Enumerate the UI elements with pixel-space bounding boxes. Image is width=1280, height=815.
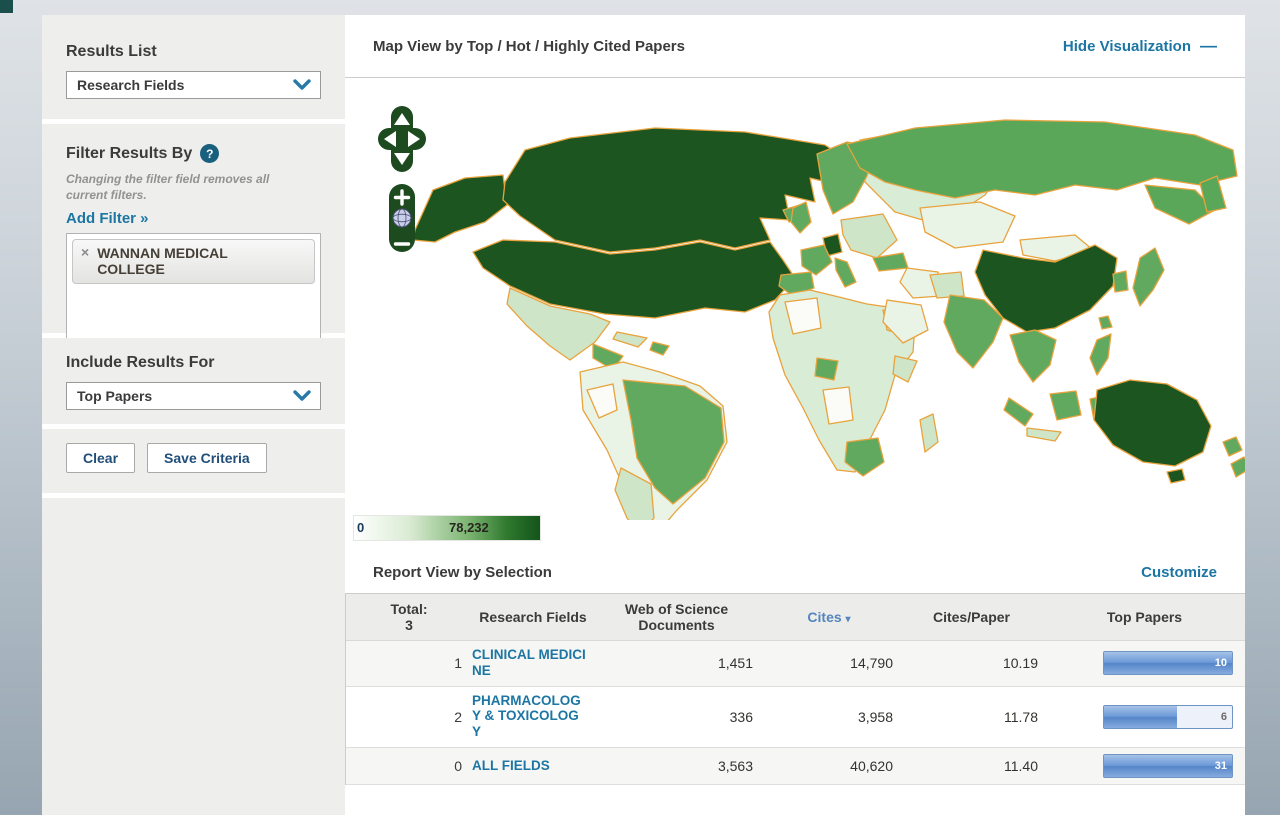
docs-cell: 3,563 <box>594 758 759 774</box>
rank-cell: 0 <box>346 758 472 774</box>
bar-fill <box>1104 706 1177 728</box>
save-criteria-button[interactable]: Save Criteria <box>147 443 267 473</box>
remove-filter-icon[interactable]: × <box>81 245 89 260</box>
total-label: Total: <box>346 601 472 617</box>
cites-label: Cites <box>807 609 841 625</box>
report-view-header: Report View by Selection Customize <box>345 552 1245 594</box>
world-map[interactable]: 0 78,232 <box>345 78 1245 552</box>
top-papers-bar: 10 <box>1103 651 1233 675</box>
column-header-wos-documents[interactable]: Web of Science Documents <box>594 601 759 633</box>
help-icon[interactable]: ? <box>200 144 219 163</box>
column-header-cites-sorted[interactable]: Cites ▾ <box>759 609 899 626</box>
rank-cell: 2 <box>346 709 472 725</box>
add-filter-link[interactable]: Add Filter » <box>66 210 149 227</box>
bar-value-label: 6 <box>1221 711 1227 723</box>
cites-per-paper-cell: 10.19 <box>899 655 1044 671</box>
legend-max-value: 78,232 <box>449 520 489 535</box>
top-papers-bar-cell: 31 <box>1044 754 1245 778</box>
cites-per-paper-cell: 11.78 <box>899 709 1044 725</box>
map-view-header: Map View by Top / Hot / Highly Cited Pap… <box>345 15 1245 78</box>
map-color-legend: 0 78,232 <box>353 515 541 541</box>
bar-value-label: 31 <box>1215 760 1227 772</box>
results-list-dropdown[interactable]: Research Fields <box>66 71 321 99</box>
cites-cell: 14,790 <box>759 655 899 671</box>
cites-cell: 3,958 <box>759 709 899 725</box>
docs-cell: 1,451 <box>594 655 759 671</box>
include-results-dropdown-value: Top Papers <box>77 388 293 404</box>
filter-title: Filter Results By <box>66 145 192 163</box>
collapse-dash-icon: — <box>1200 36 1217 56</box>
clear-button[interactable]: Clear <box>66 443 135 473</box>
hide-visualization-link[interactable]: Hide Visualization — <box>1063 36 1217 56</box>
legend-min-value: 0 <box>357 520 364 535</box>
results-list-title: Results List <box>66 43 321 61</box>
docs-cell: 336 <box>594 709 759 725</box>
table-row: 0 ALL FIELDS 3,563 40,620 11.40 31 <box>346 748 1245 785</box>
filter-note: Changing the filter field removes all cu… <box>66 172 296 203</box>
report-table: Total: 3 Research Fields Web of Science … <box>345 594 1245 785</box>
sidebar-filler <box>42 498 345 815</box>
cites-cell: 40,620 <box>759 758 899 774</box>
include-results-section: Include Results For Top Papers <box>42 338 345 424</box>
column-header-research-fields[interactable]: Research Fields <box>472 609 594 625</box>
table-row: 2 PHARMACOLOGY & TOXICOLOGY 336 3,958 11… <box>346 687 1245 748</box>
content-card: Results List Research Fields Filter Resu… <box>42 15 1245 815</box>
bar-fill <box>1104 652 1232 674</box>
choropleth-map-svg <box>355 90 1245 520</box>
cites-per-paper-cell: 11.40 <box>899 758 1044 774</box>
total-value: 3 <box>346 617 472 633</box>
filter-tag-label: WANNAN MEDICAL COLLEGE <box>97 245 272 277</box>
rank-cell: 1 <box>346 655 472 671</box>
results-list-section: Results List Research Fields <box>42 15 345 119</box>
chevron-down-icon <box>293 389 311 403</box>
sidebar: Results List Research Fields Filter Resu… <box>42 15 345 815</box>
column-header-top-papers[interactable]: Top Papers <box>1044 609 1245 625</box>
top-papers-bar-cell: 10 <box>1044 651 1245 675</box>
active-filters-box: × WANNAN MEDICAL COLLEGE <box>66 233 321 345</box>
total-header: Total: 3 <box>346 601 472 633</box>
zoom-control <box>389 184 415 252</box>
top-papers-bar-cell: 6 <box>1044 705 1245 729</box>
field-link[interactable]: ALL FIELDS <box>472 758 550 774</box>
include-results-dropdown[interactable]: Top Papers <box>66 382 321 410</box>
hide-visualization-label: Hide Visualization <box>1063 38 1191 55</box>
field-link[interactable]: CLINICAL MEDICINE <box>472 647 586 678</box>
table-header-row: Total: 3 Research Fields Web of Science … <box>346 594 1245 641</box>
window-corner-accent <box>0 0 13 13</box>
results-list-dropdown-value: Research Fields <box>77 77 293 93</box>
report-view-title: Report View by Selection <box>373 564 552 581</box>
bar-value-label: 10 <box>1215 657 1227 669</box>
customize-link[interactable]: Customize <box>1141 564 1217 581</box>
column-header-cites-per-paper[interactable]: Cites/Paper <box>899 609 1044 625</box>
main-panel: Map View by Top / Hot / Highly Cited Pap… <box>345 15 1245 815</box>
top-papers-bar: 6 <box>1103 705 1233 729</box>
filter-section: Filter Results By ? Changing the filter … <box>42 124 345 333</box>
filter-tag[interactable]: × WANNAN MEDICAL COLLEGE <box>72 239 315 284</box>
map-view-title: Map View by Top / Hot / Highly Cited Pap… <box>373 38 685 55</box>
actions-section: Clear Save Criteria <box>42 429 345 493</box>
field-link[interactable]: PHARMACOLOGY & TOXICOLOGY <box>472 693 586 740</box>
map-navigation-controls[interactable] <box>375 106 431 256</box>
bar-fill <box>1104 755 1232 777</box>
sort-descending-icon: ▾ <box>846 614 851 625</box>
include-results-title: Include Results For <box>66 354 321 372</box>
top-papers-bar: 31 <box>1103 754 1233 778</box>
pan-control <box>378 106 426 172</box>
table-row: 1 CLINICAL MEDICINE 1,451 14,790 10.19 1… <box>346 641 1245 687</box>
chevron-down-icon <box>293 78 311 92</box>
